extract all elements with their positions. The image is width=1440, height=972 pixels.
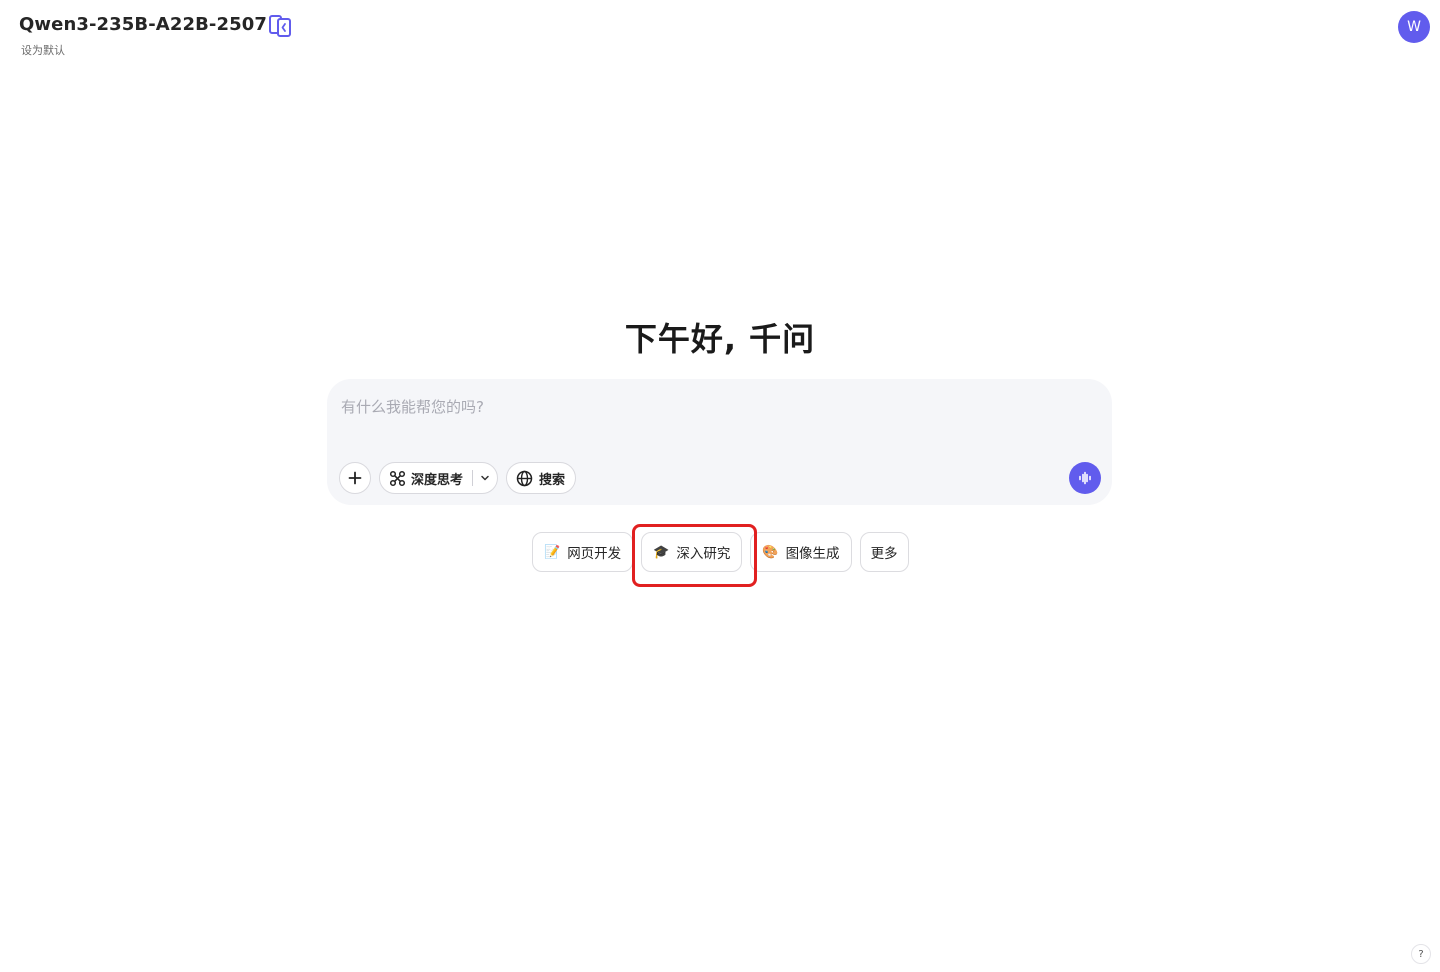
search-toggle[interactable]: 搜索 xyxy=(506,462,577,494)
chip-label: 更多 xyxy=(870,546,898,562)
model-name: Qwen3-235B-A22B-2507 xyxy=(19,14,267,35)
chip-label: 深入研究 xyxy=(676,546,731,562)
chat-input[interactable] xyxy=(341,395,1041,419)
chat-composer: 深度思考 搜索 xyxy=(327,379,1112,505)
globe-icon xyxy=(516,470,533,486)
avatar[interactable]: W xyxy=(1398,11,1430,43)
search-label: 搜索 xyxy=(539,472,566,488)
suggestion-deep-research[interactable]: 🎓 深入研究 xyxy=(641,532,743,572)
suggestion-chips: 📝 网页开发 🎓 深入研究 🎨 图像生成 更多 xyxy=(532,532,909,572)
set-default-link[interactable]: 设为默认 xyxy=(21,42,65,58)
suggestion-more[interactable]: 更多 xyxy=(859,532,909,572)
page-greeting: 下午好, 千问 xyxy=(624,320,816,358)
deep-think-icon xyxy=(389,470,406,486)
composer-tools: 深度思考 搜索 xyxy=(339,462,577,494)
chevron-down-icon xyxy=(481,475,489,481)
memo-icon: 📝 xyxy=(544,544,561,560)
suggestion-image-gen[interactable]: 🎨 图像生成 xyxy=(750,532,852,572)
deep-think-label: 深度思考 xyxy=(411,472,464,488)
help-button[interactable]: ? xyxy=(1411,944,1431,964)
plus-icon xyxy=(348,471,362,485)
palette-icon: 🎨 xyxy=(762,544,779,560)
compare-models-icon[interactable] xyxy=(268,13,294,39)
chip-label: 网页开发 xyxy=(567,546,622,562)
attach-button[interactable] xyxy=(339,462,371,494)
voice-input-button[interactable] xyxy=(1069,462,1101,494)
audio-wave-icon xyxy=(1079,471,1091,485)
deep-think-dropdown[interactable] xyxy=(473,463,497,493)
graduation-cap-icon: 🎓 xyxy=(653,544,670,560)
chip-label: 图像生成 xyxy=(785,546,840,562)
suggestion-web-dev[interactable]: 📝 网页开发 xyxy=(532,532,634,572)
model-selector[interactable]: Qwen3-235B-A22B-2507 xyxy=(19,14,291,35)
deep-think-toggle[interactable]: 深度思考 xyxy=(379,462,499,494)
